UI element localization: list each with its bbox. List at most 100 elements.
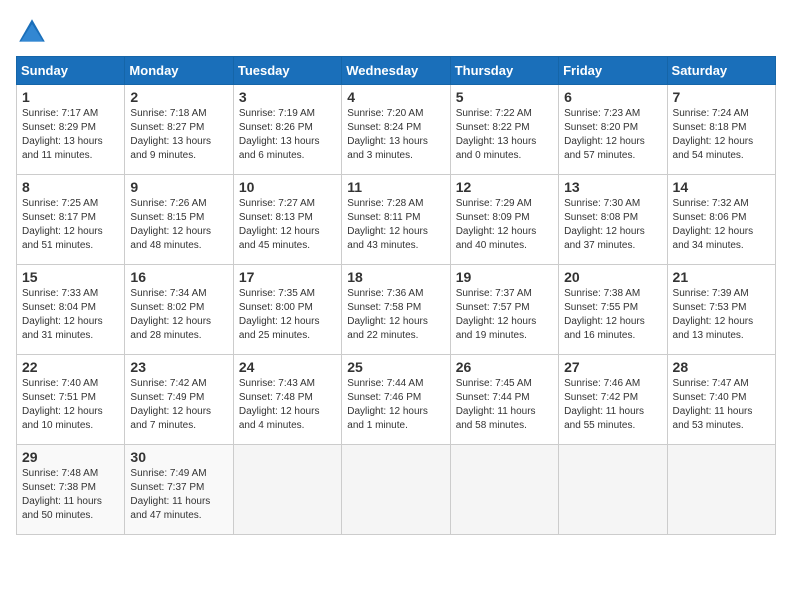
day-number: 12 [456, 179, 553, 195]
day-info: Sunrise: 7:37 AM Sunset: 7:57 PM Dayligh… [456, 287, 553, 343]
day-number: 27 [564, 359, 661, 375]
day-number: 8 [22, 179, 119, 195]
day-cell-25: 25 Sunrise: 7:44 AM Sunset: 7:46 PM Dayli… [342, 355, 450, 445]
day-info: Sunrise: 7:24 AM Sunset: 8:18 PM Dayligh… [673, 107, 770, 163]
calendar: SundayMondayTuesdayWednesdayThursdayFrid… [16, 56, 776, 535]
day-info: Sunrise: 7:29 AM Sunset: 8:09 PM Dayligh… [456, 197, 553, 253]
day-cell-2: 2 Sunrise: 7:18 AM Sunset: 8:27 PM Daylig… [125, 85, 233, 175]
day-cell-30: 30 Sunrise: 7:49 AM Sunset: 7:37 PM Dayli… [125, 445, 233, 535]
day-cell-11: 11Sunrise: 7:28 AM Sunset: 8:11 PM Dayli… [342, 175, 450, 265]
empty-cell [559, 445, 667, 535]
empty-cell [342, 445, 450, 535]
day-info: Sunrise: 7:30 AM Sunset: 8:08 PM Dayligh… [564, 197, 661, 253]
day-number: 3 [239, 89, 336, 105]
day-number: 15 [22, 269, 119, 285]
day-number: 2 [130, 89, 227, 105]
day-number: 9 [130, 179, 227, 195]
day-number: 10 [239, 179, 336, 195]
week-row-5: 29 Sunrise: 7:48 AM Sunset: 7:38 PM Dayli… [17, 445, 776, 535]
week-row-4: 22 Sunrise: 7:40 AM Sunset: 7:51 PM Dayli… [17, 355, 776, 445]
day-info: Sunrise: 7:48 AM Sunset: 7:38 PM Dayligh… [22, 467, 119, 523]
day-number: 16 [130, 269, 227, 285]
empty-cell [450, 445, 558, 535]
day-number: 11 [347, 179, 444, 195]
column-header-monday: Monday [125, 57, 233, 85]
column-header-thursday: Thursday [450, 57, 558, 85]
day-number: 20 [564, 269, 661, 285]
day-number: 29 [22, 449, 119, 465]
column-header-sunday: Sunday [17, 57, 125, 85]
day-cell-13: 13 Sunrise: 7:30 AM Sunset: 8:08 PM Dayli… [559, 175, 667, 265]
day-info: Sunrise: 7:46 AM Sunset: 7:42 PM Dayligh… [564, 377, 661, 433]
week-row-3: 15 Sunrise: 7:33 AM Sunset: 8:04 PM Dayli… [17, 265, 776, 355]
day-info: Sunrise: 7:33 AM Sunset: 8:04 PM Dayligh… [22, 287, 119, 343]
day-number: 19 [456, 269, 553, 285]
day-info: Sunrise: 7:39 AM Sunset: 7:53 PM Dayligh… [673, 287, 770, 343]
day-info: Sunrise: 7:49 AM Sunset: 7:37 PM Dayligh… [130, 467, 227, 523]
day-cell-17: 17 Sunrise: 7:35 AM Sunset: 8:00 PM Dayli… [233, 265, 341, 355]
day-info: Sunrise: 7:45 AM Sunset: 7:44 PM Dayligh… [456, 377, 553, 433]
day-cell-10: 10 Sunrise: 7:27 AM Sunset: 8:13 PM Dayli… [233, 175, 341, 265]
day-number: 30 [130, 449, 227, 465]
day-cell-26: 26 Sunrise: 7:45 AM Sunset: 7:44 PM Dayli… [450, 355, 558, 445]
column-header-saturday: Saturday [667, 57, 775, 85]
day-info: Sunrise: 7:38 AM Sunset: 7:55 PM Dayligh… [564, 287, 661, 343]
day-cell-20: 20 Sunrise: 7:38 AM Sunset: 7:55 PM Dayli… [559, 265, 667, 355]
day-number: 5 [456, 89, 553, 105]
day-info: Sunrise: 7:35 AM Sunset: 8:00 PM Dayligh… [239, 287, 336, 343]
day-number: 18 [347, 269, 444, 285]
day-cell-8: 8 Sunrise: 7:25 AM Sunset: 8:17 PM Daylig… [17, 175, 125, 265]
day-number: 28 [673, 359, 770, 375]
logo-icon [16, 16, 48, 48]
day-info: Sunrise: 7:47 AM Sunset: 7:40 PM Dayligh… [673, 377, 770, 433]
day-info: Sunrise: 7:32 AM Sunset: 8:06 PM Dayligh… [673, 197, 770, 253]
day-info: Sunrise: 7:17 AM Sunset: 8:29 PM Dayligh… [22, 107, 119, 163]
empty-cell [233, 445, 341, 535]
day-cell-6: 6Sunrise: 7:23 AM Sunset: 8:20 PM Daylig… [559, 85, 667, 175]
day-cell-28: 28 Sunrise: 7:47 AM Sunset: 7:40 PM Dayli… [667, 355, 775, 445]
day-info: Sunrise: 7:20 AM Sunset: 8:24 PM Dayligh… [347, 107, 444, 163]
day-number: 24 [239, 359, 336, 375]
day-cell-23: 23 Sunrise: 7:42 AM Sunset: 7:49 PM Dayli… [125, 355, 233, 445]
column-header-friday: Friday [559, 57, 667, 85]
day-cell-24: 24Sunrise: 7:43 AM Sunset: 7:48 PM Dayli… [233, 355, 341, 445]
day-cell-19: 19 Sunrise: 7:37 AM Sunset: 7:57 PM Dayli… [450, 265, 558, 355]
day-info: Sunrise: 7:27 AM Sunset: 8:13 PM Dayligh… [239, 197, 336, 253]
day-number: 7 [673, 89, 770, 105]
day-cell-27: 27 Sunrise: 7:46 AM Sunset: 7:42 PM Dayli… [559, 355, 667, 445]
column-header-tuesday: Tuesday [233, 57, 341, 85]
day-info: Sunrise: 7:18 AM Sunset: 8:27 PM Dayligh… [130, 107, 227, 163]
header-row: SundayMondayTuesdayWednesdayThursdayFrid… [17, 57, 776, 85]
day-cell-3: 3 Sunrise: 7:19 AM Sunset: 8:26 PM Daylig… [233, 85, 341, 175]
day-info: Sunrise: 7:22 AM Sunset: 8:22 PM Dayligh… [456, 107, 553, 163]
day-cell-9: 9Sunrise: 7:26 AM Sunset: 8:15 PM Daylig… [125, 175, 233, 265]
day-cell-22: 22 Sunrise: 7:40 AM Sunset: 7:51 PM Dayli… [17, 355, 125, 445]
day-info: Sunrise: 7:40 AM Sunset: 7:51 PM Dayligh… [22, 377, 119, 433]
day-info: Sunrise: 7:42 AM Sunset: 7:49 PM Dayligh… [130, 377, 227, 433]
day-number: 4 [347, 89, 444, 105]
column-header-wednesday: Wednesday [342, 57, 450, 85]
day-number: 1 [22, 89, 119, 105]
day-number: 13 [564, 179, 661, 195]
day-info: Sunrise: 7:25 AM Sunset: 8:17 PM Dayligh… [22, 197, 119, 253]
day-number: 21 [673, 269, 770, 285]
day-info: Sunrise: 7:44 AM Sunset: 7:46 PM Dayligh… [347, 377, 444, 433]
empty-cell [667, 445, 775, 535]
day-cell-16: 16Sunrise: 7:34 AM Sunset: 8:02 PM Dayli… [125, 265, 233, 355]
day-number: 22 [22, 359, 119, 375]
day-cell-29: 29 Sunrise: 7:48 AM Sunset: 7:38 PM Dayli… [17, 445, 125, 535]
day-number: 23 [130, 359, 227, 375]
day-cell-15: 15 Sunrise: 7:33 AM Sunset: 8:04 PM Dayli… [17, 265, 125, 355]
day-number: 6 [564, 89, 661, 105]
day-number: 26 [456, 359, 553, 375]
logo [16, 16, 52, 48]
day-number: 17 [239, 269, 336, 285]
header [16, 16, 776, 48]
day-number: 14 [673, 179, 770, 195]
day-cell-14: 14 Sunrise: 7:32 AM Sunset: 8:06 PM Dayli… [667, 175, 775, 265]
day-info: Sunrise: 7:19 AM Sunset: 8:26 PM Dayligh… [239, 107, 336, 163]
day-cell-18: 18Sunrise: 7:36 AM Sunset: 7:58 PM Dayli… [342, 265, 450, 355]
week-row-1: 1 Sunrise: 7:17 AM Sunset: 8:29 PM Daylig… [17, 85, 776, 175]
day-cell-1: 1 Sunrise: 7:17 AM Sunset: 8:29 PM Daylig… [17, 85, 125, 175]
day-number: 25 [347, 359, 444, 375]
